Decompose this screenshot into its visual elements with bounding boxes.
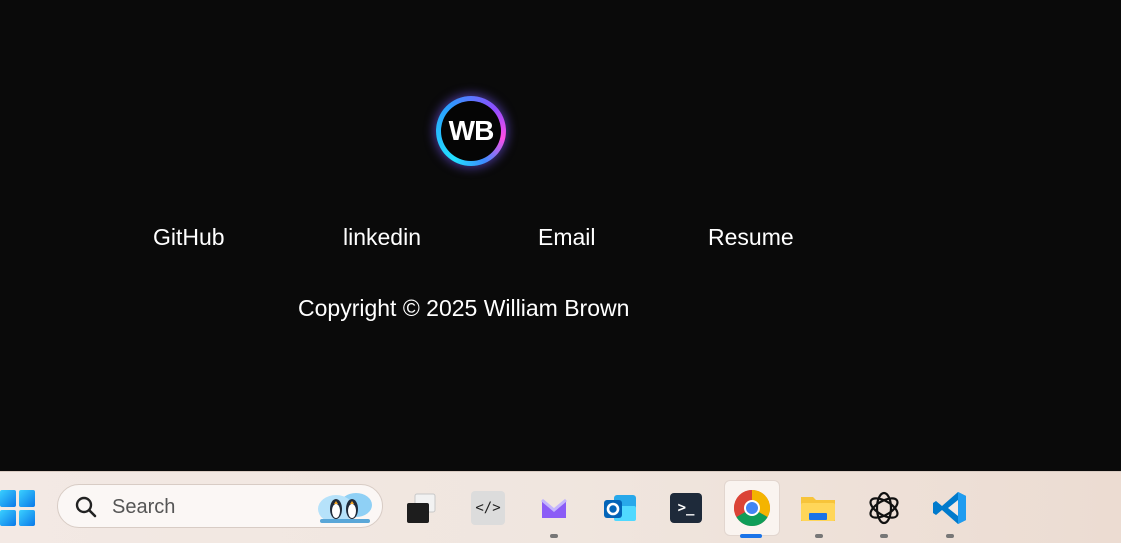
linkedin-link[interactable]: linkedin bbox=[343, 222, 421, 252]
terminal-button[interactable]: >_ bbox=[664, 486, 708, 530]
outlook-button[interactable] bbox=[598, 486, 642, 530]
chrome-icon bbox=[733, 490, 771, 527]
github-link[interactable]: GitHub bbox=[153, 222, 225, 252]
vscode-icon bbox=[933, 492, 966, 524]
running-indicator bbox=[550, 534, 558, 538]
outlook-icon bbox=[604, 495, 636, 521]
running-indicator bbox=[880, 534, 888, 538]
logo[interactable]: WB bbox=[441, 101, 501, 161]
dev-home-button[interactable]: </> bbox=[466, 486, 510, 530]
running-indicator bbox=[946, 534, 954, 538]
chatgpt-icon bbox=[869, 491, 899, 525]
running-indicator bbox=[815, 534, 823, 538]
chrome-button[interactable] bbox=[724, 480, 780, 536]
active-indicator bbox=[740, 534, 762, 538]
copyright-text: Copyright © 2025 William Brown bbox=[298, 295, 630, 321]
windows-logo-tile bbox=[19, 490, 35, 507]
dev-home-glyph: </> bbox=[475, 500, 501, 516]
search-placeholder: Search bbox=[112, 496, 176, 518]
resume-link[interactable]: Resume bbox=[708, 222, 794, 252]
proton-mail-button[interactable] bbox=[532, 486, 576, 530]
file-explorer-button[interactable] bbox=[796, 486, 840, 530]
start-button[interactable] bbox=[0, 490, 36, 526]
proton-mail-icon bbox=[541, 498, 567, 518]
dev-home-icon: </> bbox=[471, 491, 505, 525]
taskbar: Search </> >_ bbox=[0, 471, 1121, 543]
taskbar-search[interactable]: Search bbox=[57, 484, 383, 528]
windows-logo-tile bbox=[19, 509, 35, 526]
email-link[interactable]: Email bbox=[538, 222, 596, 252]
file-explorer-icon bbox=[801, 497, 835, 521]
footer: WB GitHub linkedin Email Resume Copyrigh… bbox=[0, 0, 1121, 471]
task-view-icon bbox=[407, 493, 436, 523]
terminal-glyph: >_ bbox=[677, 500, 695, 516]
task-view-button[interactable] bbox=[400, 486, 444, 530]
penguins-search-highlight-icon bbox=[318, 493, 372, 523]
search-icon bbox=[75, 496, 97, 518]
chatgpt-button[interactable] bbox=[862, 486, 906, 530]
terminal-icon: >_ bbox=[670, 493, 702, 523]
windows-logo-tile bbox=[0, 490, 16, 507]
windows-logo-tile bbox=[0, 509, 16, 526]
vscode-button[interactable] bbox=[928, 486, 972, 530]
